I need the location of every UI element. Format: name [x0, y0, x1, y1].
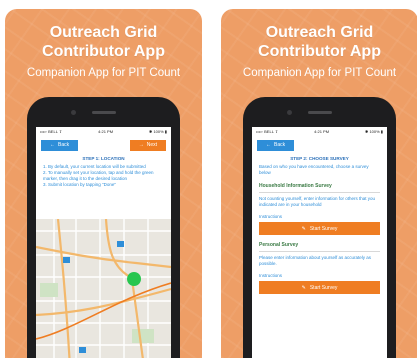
start-survey-label: Start Survey [309, 225, 338, 232]
start-personal-survey-button[interactable]: ✎ Start Survey [259, 281, 380, 294]
nav-bar: ← Back → Next [36, 136, 171, 154]
survey-list: Based on who you have encountered, choos… [252, 164, 387, 294]
location-instructions: 1. By default, your current location wil… [36, 161, 171, 188]
phone-frame: ••••◦ BELL ⇧ 4:21 PM ✱ 100% ▮ ← Back STE… [243, 97, 396, 358]
household-survey-description: Not counting yourself, enter information… [259, 196, 376, 207]
instruction-item: 2. To manually set your location, tap an… [43, 170, 154, 181]
back-button-label: Back [274, 142, 286, 148]
status-time: 4:21 PM [314, 129, 330, 134]
location-marker[interactable] [127, 272, 141, 286]
personal-survey-description: Please enter information about yourself … [259, 255, 372, 266]
status-bar: ••••◦ BELL ⇧ 4:21 PM ✱ 100% ▮ [252, 127, 387, 136]
speaker-icon [307, 111, 332, 114]
start-survey-label: Start Survey [309, 284, 338, 291]
survey-intro: Based on who you have encountered, choos… [259, 164, 369, 175]
carrier-signal: ••••◦ BELL ⇧ [256, 129, 279, 134]
step-title: STEP 2: CHOOSE SURVEY [290, 156, 349, 161]
hero-title-line2: Contributor App [258, 43, 381, 60]
promo-panel-location: Outreach Grid Contributor App Companion … [5, 9, 202, 358]
camera-icon [71, 110, 76, 115]
hero-subtitle: Companion App for PIT Count [242, 67, 397, 79]
nav-bar: ← Back [252, 136, 387, 154]
phone-frame: ••••◦ BELL ⇧ 4:21 PM ✱ 100% ▮ ← Back → N… [27, 97, 180, 358]
hero-title: Outreach Grid Contributor App [221, 23, 417, 61]
start-household-survey-button[interactable]: ✎ Start Survey [259, 222, 380, 235]
back-button[interactable]: ← Back [257, 139, 295, 151]
phone-screen-survey: ••••◦ BELL ⇧ 4:21 PM ✱ 100% ▮ ← Back STE… [252, 127, 387, 358]
instruction-item: 3. Submit location by tapping "Done" [43, 182, 116, 187]
personal-instructions-link[interactable]: Instructions [259, 273, 380, 278]
battery-status: ✱ 100% ▮ [148, 129, 167, 134]
next-arrow-icon: → [138, 142, 144, 148]
status-bar: ••••◦ BELL ⇧ 4:21 PM ✱ 100% ▮ [36, 127, 171, 136]
back-button[interactable]: ← Back [41, 139, 79, 151]
phone-screen-location: ••••◦ BELL ⇧ 4:21 PM ✱ 100% ▮ ← Back → N… [36, 127, 171, 358]
hero-title-line2: Contributor App [42, 43, 165, 60]
status-time: 4:21 PM [98, 129, 114, 134]
back-button-label: Back [58, 142, 70, 148]
camera-icon [287, 110, 292, 115]
household-survey-title: Household Information Survey [259, 183, 380, 193]
hero-title: Outreach Grid Contributor App [5, 23, 202, 61]
hero-title-line1: Outreach Grid [265, 24, 374, 41]
promo-panel-survey: Outreach Grid Contributor App Companion … [221, 9, 417, 358]
pencil-icon: ✎ [301, 225, 306, 232]
personal-survey-title: Personal Survey [259, 242, 380, 252]
next-button-label: Next [146, 142, 157, 148]
household-instructions-link[interactable]: Instructions [259, 214, 380, 219]
speaker-icon [91, 111, 116, 114]
location-map[interactable] [36, 219, 171, 358]
hero-subtitle: Companion App for PIT Count [26, 67, 181, 79]
hero-title-line1: Outreach Grid [49, 24, 158, 41]
next-button[interactable]: → Next [129, 139, 166, 151]
back-arrow-icon: ← [50, 142, 55, 148]
battery-status: ✱ 100% ▮ [364, 129, 383, 134]
pencil-icon: ✎ [301, 284, 306, 291]
back-arrow-icon: ← [266, 142, 271, 148]
carrier-signal: ••••◦ BELL ⇧ [40, 129, 63, 134]
